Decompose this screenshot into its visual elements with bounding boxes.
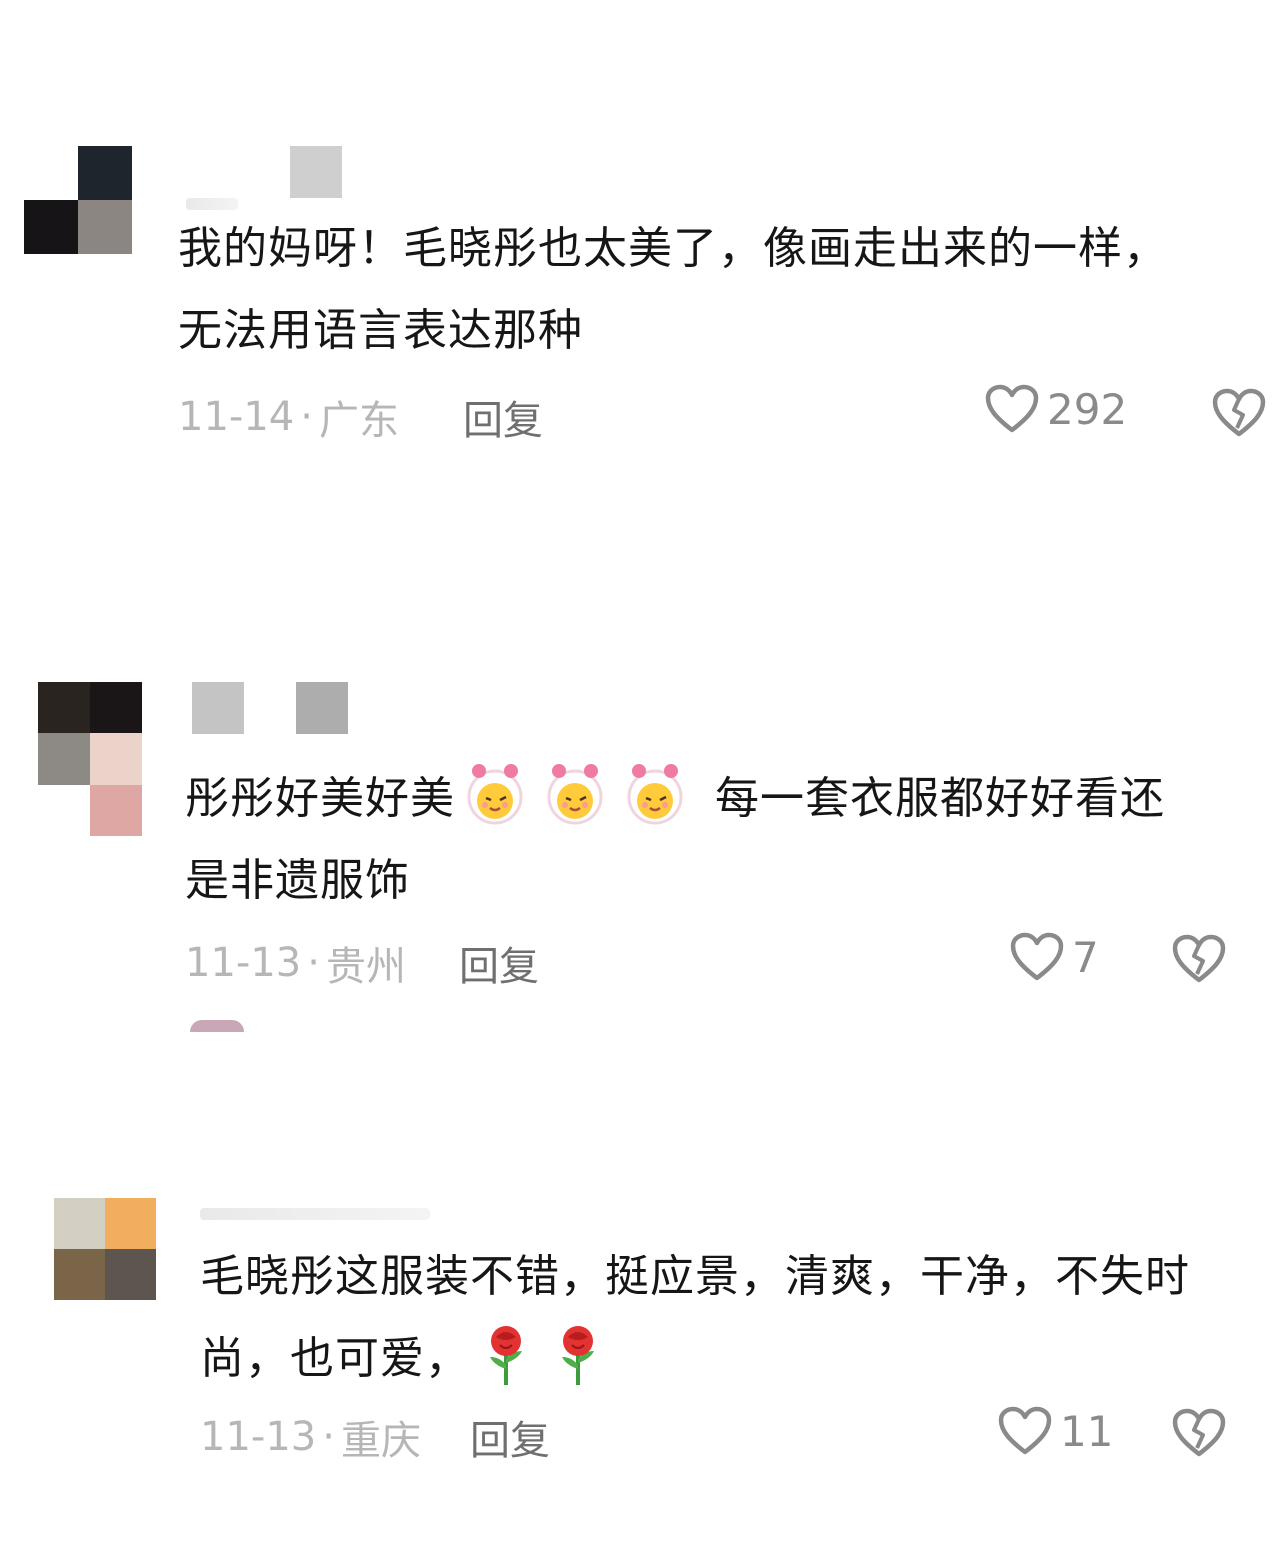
reply-button[interactable]: 回复: [459, 934, 539, 992]
rose-emoji: [480, 1323, 532, 1387]
reply-button[interactable]: 回复: [470, 1408, 550, 1466]
broken-heart-icon: [1172, 934, 1226, 984]
dislike-button[interactable]: [1172, 1408, 1226, 1458]
winking-girl-emoji: [539, 761, 611, 825]
comment-text: 我的妈呀！毛晓彤也太美了，像画走出来的一样，无法用语言表达那种: [178, 223, 1168, 356]
comment-3: 毛晓彤这服装不错，挺应景，清爽，干净，不失时尚，也可爱， 11-13 · 重庆 回复…: [0, 1180, 1280, 1480]
like-count: 11: [1060, 1406, 1114, 1456]
reply-avatar-partial: [190, 1020, 244, 1032]
like-button[interactable]: 292: [985, 384, 1127, 434]
meta-separator: ·: [322, 1414, 335, 1460]
meta-separator: ·: [307, 940, 320, 986]
like-button[interactable]: 7: [1010, 932, 1099, 982]
winking-girl-emoji: [619, 761, 691, 825]
rose-emoji: [552, 1323, 604, 1387]
comment-location: 广东: [318, 398, 399, 444]
comment-meta: 11-13 · 贵州: [185, 934, 406, 992]
comment-text-part-1: 彤彤好美好美: [185, 773, 455, 824]
dislike-button[interactable]: [1172, 934, 1226, 984]
winking-girl-emoji: [459, 761, 531, 825]
comment-date: 11-13: [185, 940, 302, 986]
comment-text: 彤彤好美好美 每一套衣服都好好看还是非遗服饰: [185, 758, 1195, 922]
heart-outline-icon: [1010, 932, 1064, 982]
comment-meta: 11-14 · 广东: [178, 388, 399, 446]
broken-heart-icon: [1172, 1408, 1226, 1458]
comment-location: 重庆: [340, 1418, 421, 1464]
comment-date: 11-14: [178, 394, 295, 440]
username-redacted[interactable]: [192, 682, 348, 734]
like-button[interactable]: 11: [998, 1406, 1113, 1456]
avatar[interactable]: [54, 1198, 156, 1300]
avatar[interactable]: [24, 146, 132, 254]
username-stub[interactable]: [200, 1208, 430, 1220]
comment-text: 毛晓彤这服装不错，挺应景，清爽，干净，不失时尚，也可爱，: [200, 1236, 1210, 1400]
comment-location: 贵州: [325, 944, 406, 990]
comment-text-part-1: 毛晓彤这服装不错，挺应景，清爽，干净，不失时尚，也可爱，: [200, 1251, 1190, 1384]
heart-outline-icon: [998, 1406, 1052, 1456]
comment-2: 彤彤好美好美 每一套衣服都好好看还是非遗服饰 11-13 · 贵州 回复 7: [0, 620, 1280, 1040]
meta-separator: ·: [300, 394, 313, 440]
reply-button[interactable]: 回复: [463, 388, 543, 446]
broken-heart-icon: [1212, 388, 1266, 438]
like-count: 292: [1047, 384, 1128, 434]
comment-date: 11-13: [200, 1414, 317, 1460]
like-count: 7: [1072, 932, 1099, 982]
heart-outline-icon: [985, 384, 1039, 434]
dislike-button[interactable]: [1212, 388, 1266, 438]
comment-meta: 11-13 · 重庆: [200, 1408, 421, 1466]
avatar[interactable]: [38, 682, 142, 836]
username-redacted[interactable]: [186, 146, 342, 198]
comment-1: 我的妈呀！毛晓彤也太美了，像画走出来的一样，无法用语言表达那种 11-14 · 广东…: [0, 0, 1280, 520]
